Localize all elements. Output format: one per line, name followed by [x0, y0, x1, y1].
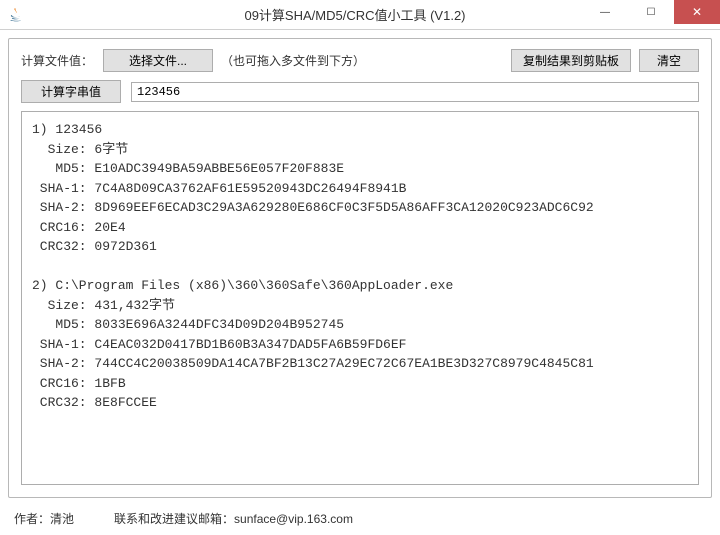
footer: 作者：清池 联系和改进建议邮箱： sunface@vip.163.com [0, 506, 720, 535]
copy-result-button[interactable]: 复制结果到剪贴板 [511, 49, 631, 72]
contact-email: sunface@vip.163.com [234, 512, 353, 526]
maximize-button[interactable]: ☐ [628, 0, 674, 24]
main-panel: 计算文件值： 选择文件... （也可拖入多文件到下方） 复制结果到剪贴板 清空 … [8, 38, 712, 498]
drag-hint: （也可拖入多文件到下方） [221, 52, 365, 69]
window-controls: — ☐ ✕ [582, 0, 720, 24]
string-input[interactable] [131, 82, 699, 102]
calc-string-button[interactable]: 计算字串值 [21, 80, 121, 103]
java-icon [8, 7, 24, 23]
file-label: 计算文件值： [21, 52, 93, 69]
clear-button[interactable]: 清空 [639, 49, 699, 72]
titlebar: 09计算SHA/MD5/CRC值小工具 (V1.2) — ☐ ✕ [0, 0, 720, 30]
author-label: 作者：清池 [14, 510, 74, 527]
contact-label: 联系和改进建议邮箱： [114, 510, 234, 527]
close-button[interactable]: ✕ [674, 0, 720, 24]
string-row: 计算字串值 [21, 80, 699, 103]
file-row: 计算文件值： 选择文件... （也可拖入多文件到下方） 复制结果到剪贴板 清空 [21, 49, 699, 72]
minimize-button[interactable]: — [582, 0, 628, 24]
results-output[interactable]: 1) 123456 Size: 6字节 MD5: E10ADC3949BA59A… [21, 111, 699, 485]
select-file-button[interactable]: 选择文件... [103, 49, 213, 72]
